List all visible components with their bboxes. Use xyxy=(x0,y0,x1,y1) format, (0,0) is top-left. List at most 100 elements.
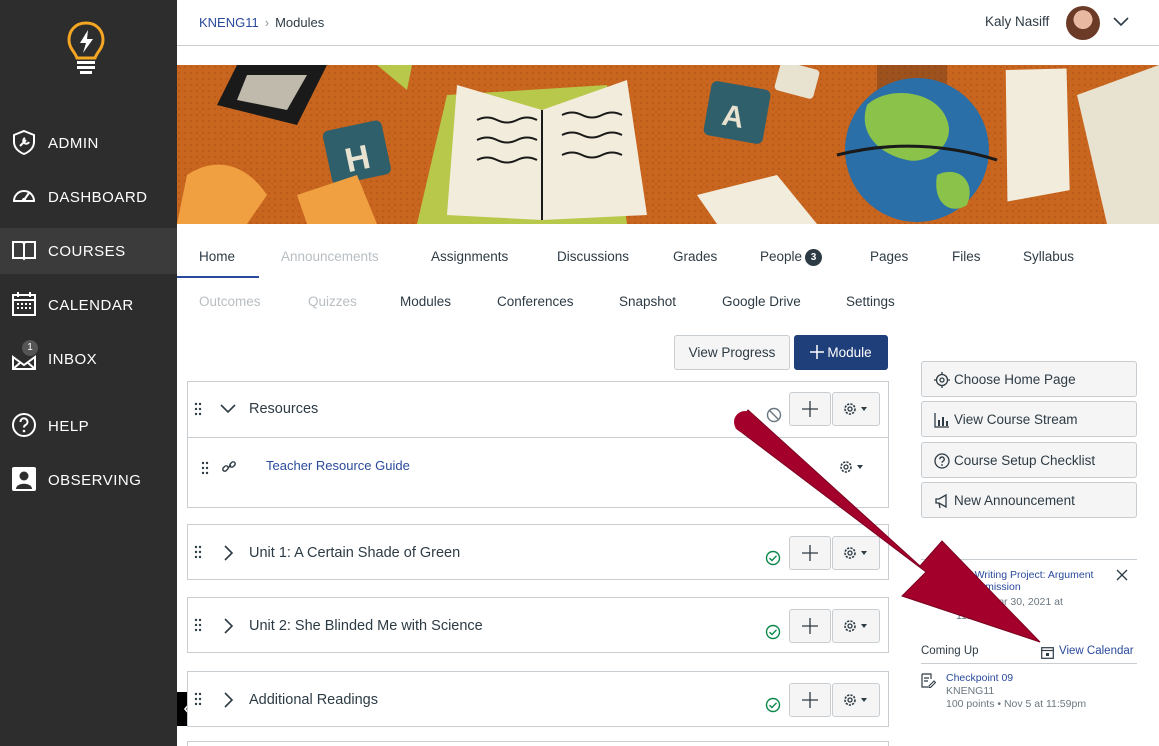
question-icon xyxy=(934,453,950,469)
close-icon[interactable] xyxy=(1116,569,1128,581)
tab-people[interactable]: People 3 xyxy=(760,249,823,266)
module-unit-2: Unit 2: She Blinded Me with Science xyxy=(187,597,889,653)
button-label: Course Setup Checklist xyxy=(954,453,1096,468)
tab-files[interactable]: Files xyxy=(952,249,981,264)
person-icon xyxy=(12,467,36,491)
banner-illustration: H A xyxy=(177,65,1159,224)
module-item-link[interactable]: Teacher Resource Guide xyxy=(266,458,410,473)
button-label: New Announcement xyxy=(954,493,1075,508)
next-module-edge xyxy=(187,741,889,746)
drag-handle-icon[interactable] xyxy=(201,461,209,475)
tab-outcomes[interactable]: Outcomes xyxy=(199,294,261,309)
chevron-down-icon[interactable] xyxy=(220,401,236,417)
module-title: Unit 1: A Certain Shade of Green xyxy=(249,545,461,561)
module-settings-button[interactable] xyxy=(832,536,880,570)
module-item: Teacher Resource Guide xyxy=(188,439,888,507)
plus-icon xyxy=(802,401,818,417)
gear-icon[interactable] xyxy=(838,459,866,475)
add-item-button[interactable] xyxy=(789,683,831,717)
add-module-button[interactable]: Module xyxy=(794,335,888,370)
divider xyxy=(921,559,1137,560)
nav-label: COURSES xyxy=(48,242,126,260)
published-check-icon[interactable] xyxy=(765,550,781,566)
add-item-button[interactable] xyxy=(789,392,831,426)
module-settings-button[interactable] xyxy=(832,609,880,643)
button-label: Choose Home Page xyxy=(954,372,1076,387)
chevron-right-icon[interactable] xyxy=(220,545,236,561)
todo-item[interactable]: de Writing Project: Argument - Submissio… xyxy=(956,569,1110,622)
add-module-label: Module xyxy=(827,345,872,360)
todo-item-meta-2: 11:59 xyxy=(956,610,982,622)
nav-label: HELP xyxy=(48,417,90,435)
module-header[interactable]: Unit 1: A Certain Shade of Green xyxy=(188,525,888,579)
lightbulb-logo-icon[interactable] xyxy=(66,20,106,80)
nav-observing[interactable]: OBSERVING xyxy=(0,457,177,503)
drag-handle-icon[interactable] xyxy=(194,402,202,416)
course-setup-checklist-button[interactable]: Course Setup Checklist xyxy=(921,442,1137,478)
module-header[interactable]: Resources xyxy=(188,382,888,438)
nav-help[interactable]: HELP xyxy=(0,403,177,449)
divider xyxy=(921,663,1137,664)
choose-home-page-button[interactable]: Choose Home Page xyxy=(921,361,1137,397)
nav-admin[interactable]: ADMIN xyxy=(0,120,177,166)
unpublished-icon[interactable] xyxy=(766,407,782,423)
todo-item-title[interactable]: de Writing Project: Argument xyxy=(960,569,1110,581)
plus-icon xyxy=(802,618,818,634)
tab-conferences[interactable]: Conferences xyxy=(497,294,574,309)
tab-pages[interactable]: Pages xyxy=(870,249,908,264)
nav-calendar[interactable]: CALENDAR xyxy=(0,282,177,328)
plus-icon xyxy=(802,545,818,561)
tab-discussions[interactable]: Discussions xyxy=(557,249,629,264)
chevron-down-icon[interactable] xyxy=(1111,12,1131,32)
add-item-button[interactable] xyxy=(789,609,831,643)
upcoming-item-title[interactable]: Checkpoint 09 xyxy=(946,672,1086,685)
user-name[interactable]: Kaly Nasiff xyxy=(985,14,1049,29)
people-count-badge: 3 xyxy=(805,249,823,266)
nav-dashboard[interactable]: DASHBOARD xyxy=(0,174,177,220)
view-calendar-link[interactable]: View Calendar xyxy=(1059,645,1134,657)
tab-grades[interactable]: Grades xyxy=(673,249,717,264)
todo-item-subtitle[interactable]: - Submission xyxy=(960,581,1110,593)
module-header[interactable]: Unit 2: She Blinded Me with Science xyxy=(188,598,888,652)
speedometer-icon xyxy=(12,190,36,202)
module-title: Unit 2: She Blinded Me with Science xyxy=(249,618,483,634)
tab-snapshot[interactable]: Snapshot xyxy=(619,294,676,309)
view-course-stream-button[interactable]: View Course Stream xyxy=(921,401,1137,437)
module-resources: Resources Teacher Resource Guide xyxy=(187,381,889,508)
module-title: Additional Readings xyxy=(249,692,378,708)
chevron-right-icon[interactable] xyxy=(220,618,236,634)
tab-google-drive[interactable]: Google Drive xyxy=(722,294,801,309)
gear-icon xyxy=(844,403,867,415)
coming-up-heading: Coming Up xyxy=(921,645,979,657)
module-settings-button[interactable] xyxy=(832,392,880,426)
tab-settings[interactable]: Settings xyxy=(846,294,895,309)
inbox-unread-badge: 1 xyxy=(22,340,38,356)
tab-quizzes[interactable]: Quizzes xyxy=(308,294,357,309)
upcoming-item[interactable]: Checkpoint 09 KNENG11 100 points • Nov 5… xyxy=(946,672,1086,711)
calendar-icon xyxy=(12,292,36,316)
published-check-icon[interactable] xyxy=(765,624,781,640)
breadcrumb: KNENG11 › Modules xyxy=(199,15,324,30)
drag-handle-icon[interactable] xyxy=(194,692,202,706)
avatar[interactable] xyxy=(1066,6,1100,40)
new-announcement-button[interactable]: New Announcement xyxy=(921,482,1137,518)
book-icon xyxy=(12,241,36,261)
view-progress-button[interactable]: View Progress xyxy=(674,335,790,370)
module-header[interactable]: Additional Readings xyxy=(188,672,888,726)
tab-syllabus[interactable]: Syllabus xyxy=(1023,249,1074,264)
question-icon xyxy=(12,413,36,437)
chevron-right-icon[interactable] xyxy=(220,692,236,708)
tab-home[interactable]: Home xyxy=(199,249,235,264)
tab-announcements[interactable]: Announcements xyxy=(281,249,379,264)
tab-assignments[interactable]: Assignments xyxy=(431,249,508,264)
module-settings-button[interactable] xyxy=(832,683,880,717)
nav-courses[interactable]: COURSES xyxy=(0,228,177,274)
published-check-icon[interactable] xyxy=(765,697,781,713)
breadcrumb-course-link[interactable]: KNENG11 xyxy=(199,15,259,30)
tab-modules[interactable]: Modules xyxy=(400,294,451,309)
link-icon xyxy=(222,461,236,472)
drag-handle-icon[interactable] xyxy=(194,545,202,559)
add-item-button[interactable] xyxy=(789,536,831,570)
drag-handle-icon[interactable] xyxy=(194,618,202,632)
todo-item-meta: oints • Apr 30, 2021 at xyxy=(960,596,1063,608)
